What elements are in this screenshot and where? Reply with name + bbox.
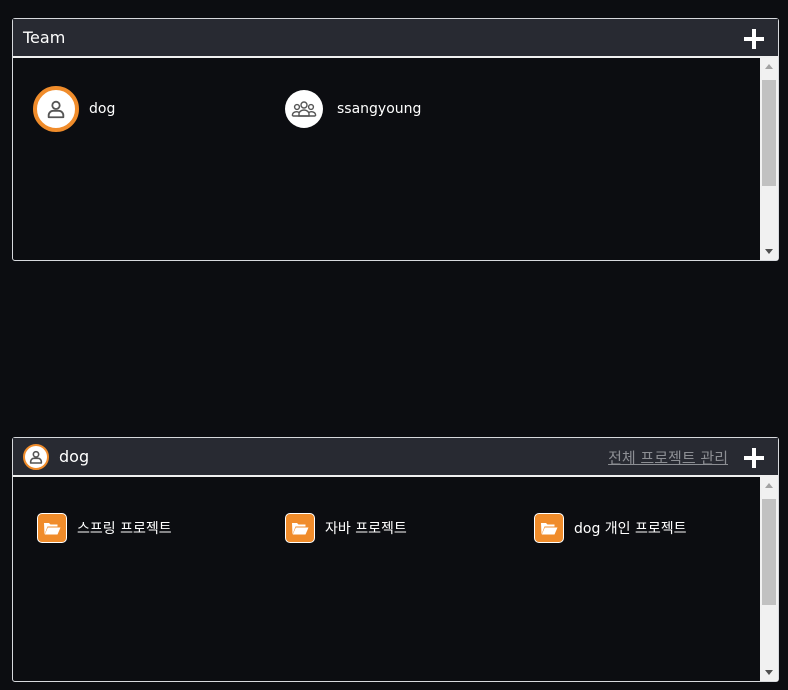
project-item-label: 자바 프로젝트 xyxy=(325,521,407,537)
project-scroll-thumb[interactable] xyxy=(762,499,776,605)
team-item-ssangyoung[interactable]: ssangyoung xyxy=(285,90,421,128)
project-scrollbar[interactable] xyxy=(760,477,778,681)
scroll-up-arrow-icon[interactable] xyxy=(760,477,778,494)
project-list: 스프링 프로젝트 자바 프로젝트 dog 개인 프로젝트 xyxy=(13,477,778,681)
team-scroll-thumb[interactable] xyxy=(762,80,776,186)
project-panel-title: dog xyxy=(59,447,90,466)
group-icon xyxy=(285,90,323,128)
team-scrollbar[interactable] xyxy=(760,58,778,260)
team-item-label: dog xyxy=(89,101,116,117)
team-item-label: ssangyoung xyxy=(337,101,422,117)
project-panel-header: dog 전체 프로젝트 관리 xyxy=(13,438,778,477)
folder-open-icon xyxy=(37,513,67,543)
project-item-java[interactable]: 자바 프로젝트 xyxy=(285,513,407,543)
user-icon xyxy=(23,443,49,470)
folder-open-icon xyxy=(285,513,315,543)
scroll-up-arrow-icon[interactable] xyxy=(760,58,778,75)
project-item-label: dog 개인 프로젝트 xyxy=(574,521,687,537)
folder-open-icon xyxy=(534,513,564,543)
team-panel: Team dog ssangyoung xyxy=(12,18,779,261)
add-project-button[interactable] xyxy=(742,446,766,470)
team-list: dog ssangyoung xyxy=(13,58,778,260)
scroll-down-arrow-icon[interactable] xyxy=(760,243,778,260)
project-item-dog-personal[interactable]: dog 개인 프로젝트 xyxy=(534,513,687,543)
team-item-dog[interactable]: dog xyxy=(33,86,115,132)
team-panel-title: Team xyxy=(23,28,66,47)
user-icon xyxy=(33,86,79,132)
project-panel: dog 전체 프로젝트 관리 스프링 프로젝트 자바 프로젝트 dog 개인 프… xyxy=(12,437,779,682)
add-team-button[interactable] xyxy=(742,27,766,51)
team-panel-header: Team xyxy=(13,19,778,58)
project-item-label: 스프링 프로젝트 xyxy=(77,521,172,537)
project-item-spring[interactable]: 스프링 프로젝트 xyxy=(37,513,172,543)
manage-all-projects-link[interactable]: 전체 프로젝트 관리 xyxy=(608,447,728,468)
scroll-down-arrow-icon[interactable] xyxy=(760,664,778,681)
